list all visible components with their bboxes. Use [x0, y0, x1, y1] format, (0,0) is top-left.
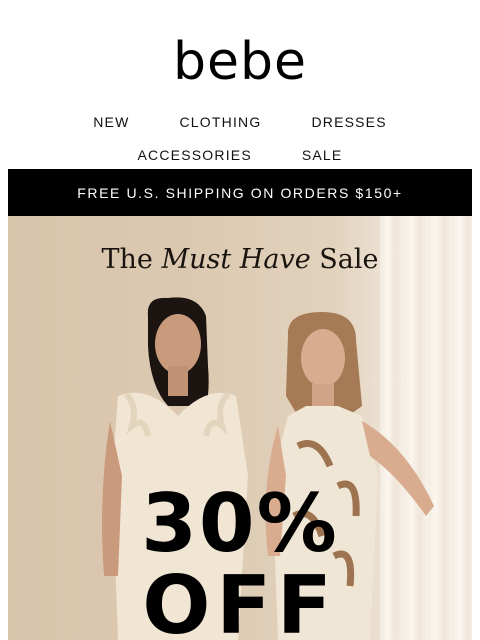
- nav-item-new[interactable]: NEW: [93, 114, 129, 130]
- hero-image[interactable]: The Must Have Sale 30% OFF: [8, 216, 472, 640]
- nav-primary: NEW CLOTHING DRESSES: [0, 114, 480, 130]
- headline-prefix: The: [101, 244, 153, 275]
- brand-logo[interactable]: bebe: [0, 36, 480, 88]
- nav-item-accessories[interactable]: ACCESSORIES: [138, 147, 252, 163]
- nav-item-clothing[interactable]: CLOTHING: [180, 114, 262, 130]
- nav-item-sale[interactable]: SALE: [302, 147, 343, 163]
- hero-headline: The Must Have Sale: [8, 244, 472, 275]
- shipping-banner-text: FREE U.S. SHIPPING ON ORDERS $150+: [77, 184, 403, 201]
- headline-suffix: Sale: [319, 244, 379, 275]
- offer-percent: 30%: [141, 477, 339, 570]
- nav-item-dresses[interactable]: DRESSES: [311, 114, 386, 130]
- headline-italic: Must Have: [161, 244, 311, 275]
- offer-word: OFF: [142, 559, 338, 640]
- nav-secondary: ACCESSORIES SALE: [0, 147, 480, 163]
- shipping-banner[interactable]: FREE U.S. SHIPPING ON ORDERS $150+: [8, 169, 472, 216]
